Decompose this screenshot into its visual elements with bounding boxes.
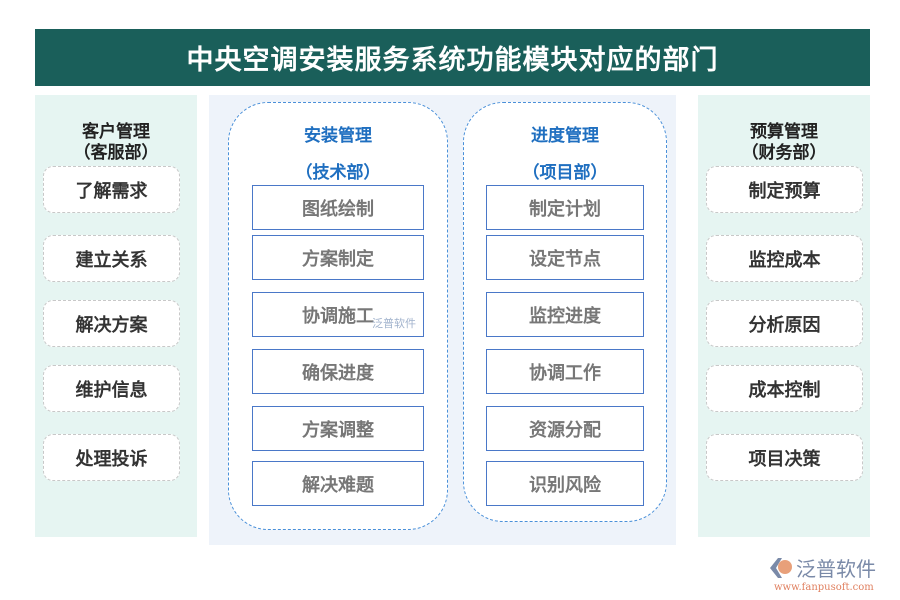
- right-card: 分析原因: [706, 300, 863, 347]
- install-box: 方案制定: [252, 235, 424, 280]
- progress-head-dept: （项目部）: [522, 163, 608, 183]
- logo-url: www.fanpusoft.com: [774, 582, 874, 593]
- left-card: 解决方案: [43, 300, 180, 347]
- right-card: 监控成本: [706, 235, 863, 282]
- left-card: 建立关系: [43, 235, 180, 282]
- left-head: 客户管理 （客服部）: [35, 122, 197, 164]
- right-head-dept: （财务部）: [741, 143, 827, 163]
- left-card: 了解需求: [43, 166, 180, 213]
- right-card: 项目决策: [706, 434, 863, 481]
- right-head: 预算管理 （财务部）: [698, 122, 870, 164]
- progress-box: 制定计划: [486, 185, 644, 230]
- install-box: 图纸绘制: [252, 185, 424, 230]
- install-box: 方案调整: [252, 406, 424, 451]
- left-head-dept: （客服部）: [73, 143, 159, 163]
- right-card: 成本控制: [706, 365, 863, 412]
- diagram-title: 中央空调安装服务系统功能模块对应的部门: [35, 29, 870, 86]
- left-card: 维护信息: [43, 365, 180, 412]
- install-box: 确保进度: [252, 349, 424, 394]
- progress-box: 协调工作: [486, 349, 644, 394]
- right-card: 制定预算: [706, 166, 863, 213]
- left-card: 处理投诉: [43, 434, 180, 481]
- install-box: 解决难题: [252, 461, 424, 506]
- left-head-title: 客户管理: [82, 122, 150, 142]
- progress-head-title: 进度管理: [531, 126, 599, 146]
- watermark: 泛普软件: [372, 317, 416, 330]
- install-head-title: 安装管理: [304, 126, 372, 146]
- progress-box: 资源分配: [486, 406, 644, 451]
- logo-icon: [770, 557, 792, 578]
- logo: 泛普软件 www.fanpusoft.com: [768, 553, 876, 593]
- right-head-title: 预算管理: [750, 122, 818, 142]
- progress-box: 识别风险: [486, 461, 644, 506]
- install-head-dept: （技术部）: [295, 163, 381, 183]
- logo-name: 泛普软件: [796, 557, 876, 581]
- progress-box: 监控进度: [486, 292, 644, 337]
- progress-box: 设定节点: [486, 235, 644, 280]
